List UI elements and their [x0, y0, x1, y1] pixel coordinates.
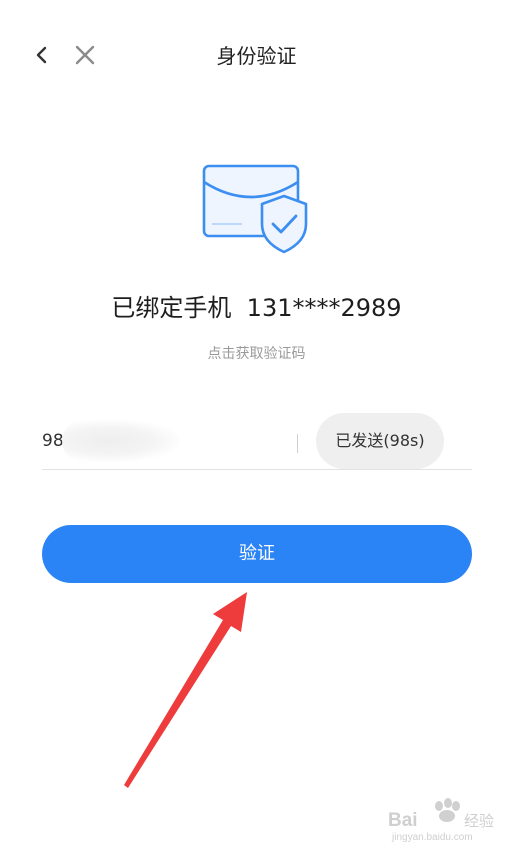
- send-code-button[interactable]: 已发送(98s): [316, 413, 444, 469]
- mail-shield-check-icon: [202, 164, 308, 254]
- identity-verification-screen: 身份验证 已绑定手机 131****2989 点击获取验证码 已发送(98s) …: [0, 0, 513, 851]
- svg-text:jingyan.baidu.com: jingyan.baidu.com: [391, 832, 473, 843]
- input-divider: [297, 434, 298, 453]
- input-underline: [42, 469, 472, 470]
- svg-text:Bai: Bai: [388, 810, 418, 831]
- verify-button[interactable]: 验证: [42, 525, 472, 583]
- baidu-jingyan-watermark: Bai 经验 jingyan.baidu.com: [388, 798, 494, 843]
- get-code-hint: 点击获取验证码: [207, 346, 306, 362]
- bound-phone-label: 已绑定手机 131****2989: [111, 294, 402, 322]
- page-title: 身份验证: [216, 44, 297, 68]
- redaction-blur: [62, 420, 180, 462]
- svg-text:经验: 经验: [464, 812, 494, 830]
